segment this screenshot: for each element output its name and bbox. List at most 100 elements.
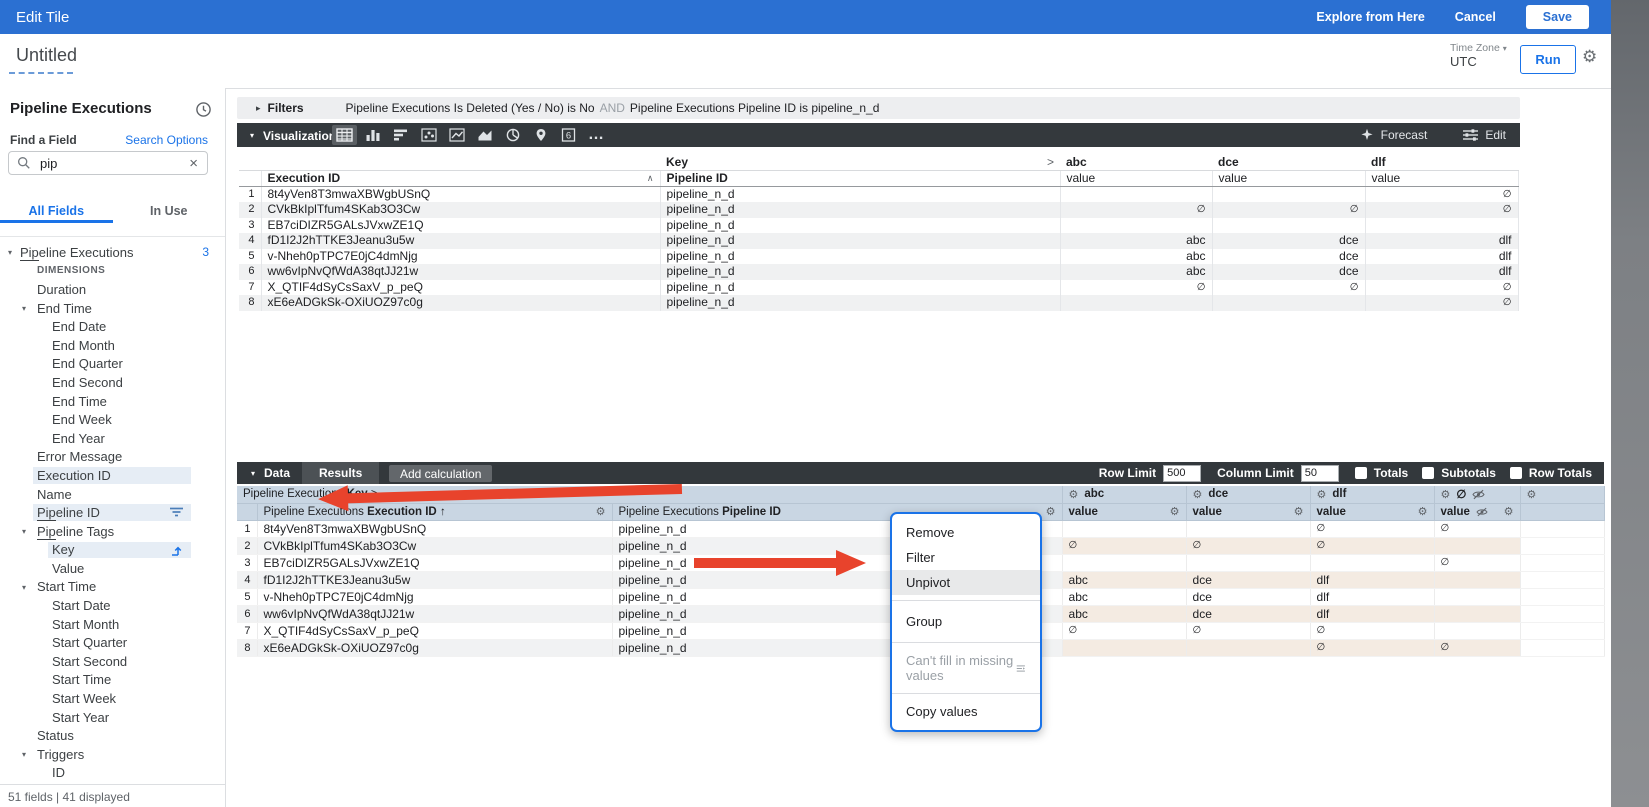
pivot-value-header-dlf[interactable]: dlf — [1365, 155, 1518, 171]
sidebar-item-end-time-group[interactable]: ▾End Time — [0, 299, 225, 318]
menu-item-filter[interactable]: Filter — [892, 545, 1040, 570]
value-column-header[interactable]: value — [1212, 171, 1365, 187]
gear-icon[interactable]: ⚙ — [1294, 505, 1304, 518]
edit-viz-button[interactable]: Edit — [1463, 128, 1506, 142]
cell-dlf-value[interactable]: dlf — [1365, 249, 1518, 265]
filter-icon[interactable] — [170, 506, 183, 521]
explore-from-here-button[interactable]: Explore from Here — [1316, 10, 1424, 24]
cell-dce-value[interactable]: dce — [1186, 571, 1310, 588]
cell-dlf-value[interactable] — [1365, 218, 1518, 234]
search-input[interactable] — [38, 155, 189, 172]
sidebar-item-pipeline-executions[interactable]: ▾Pipeline Executions3 — [0, 243, 225, 262]
sidebar-item-start-date[interactable]: Start Date — [0, 596, 225, 615]
gear-icon[interactable]: ⚙ — [1441, 488, 1451, 501]
timezone-selector[interactable]: Time Zone ▾ UTC — [1450, 42, 1507, 70]
sidebar-item-start-week[interactable]: Start Week — [0, 689, 225, 708]
area-chart-icon[interactable] — [472, 125, 497, 145]
cell-abc-value[interactable]: abc — [1060, 233, 1212, 249]
cell-execution-id[interactable]: EB7ciDIZR5GALsJVxwZE1Q — [261, 218, 660, 234]
cell-execution-id[interactable]: v-Nheh0pTPC7E0jC4dmNjg — [257, 588, 612, 605]
cell-dlf-value[interactable]: dlf — [1310, 605, 1434, 622]
search-options-link[interactable]: Search Options — [125, 133, 208, 147]
cell-abc-value[interactable]: abc — [1062, 571, 1186, 588]
caret-down-icon[interactable]: ▾ — [8, 248, 12, 257]
cell-abc-value[interactable]: abc — [1060, 264, 1212, 280]
gear-icon[interactable]: ⚙ — [1504, 505, 1514, 518]
tile-title-input[interactable]: Untitled — [16, 45, 77, 66]
history-clock-icon[interactable] — [195, 101, 212, 123]
cell-dce-value[interactable] — [1186, 554, 1310, 571]
cell-abc-value[interactable] — [1060, 295, 1212, 311]
menu-item-copy-values[interactable]: Copy values — [892, 699, 1040, 724]
cell-execution-id[interactable]: v-Nheh0pTPC7E0jC4dmNjg — [261, 249, 660, 265]
field-search-box[interactable]: × — [8, 151, 208, 175]
scatter-chart-icon[interactable] — [416, 125, 441, 145]
sidebar-item-start-quarter[interactable]: Start Quarter — [0, 633, 225, 652]
cell-abc-value[interactable] — [1060, 218, 1212, 234]
cell-dce-value[interactable]: ∅ — [1186, 537, 1310, 554]
cell-dlf-value[interactable]: ∅ — [1365, 280, 1518, 296]
caret-down-icon[interactable]: ▾ — [22, 583, 26, 592]
column-limit-input[interactable] — [1301, 465, 1339, 482]
cell-dce-value[interactable]: dce — [1186, 605, 1310, 622]
caret-down-icon[interactable]: ▾ — [22, 750, 26, 759]
sidebar-item-triggers-group[interactable]: ▾Triggers — [0, 745, 225, 764]
cell-dlf-value[interactable]: ∅ — [1310, 520, 1434, 537]
sidebar-item-execution-id[interactable]: Execution ID — [0, 466, 225, 485]
menu-item-unpivot[interactable]: Unpivot — [892, 570, 1040, 595]
cell-execution-id[interactable]: 8t4yVen8T3mwaXBWgbUSnQ — [261, 187, 660, 203]
more-visualizations-icon[interactable]: … — [584, 125, 609, 145]
cell-dce-value[interactable]: ∅ — [1212, 280, 1365, 296]
tab-in-use[interactable]: In Use — [113, 194, 226, 223]
cell-execution-id[interactable]: CVkBkIplTfum4SKab3O3Cw — [257, 537, 612, 554]
cell-pipeline-id[interactable]: pipeline_n_d — [660, 187, 1060, 203]
cell-pipeline-id[interactable]: pipeline_n_d — [660, 233, 1060, 249]
save-button[interactable]: Save — [1526, 5, 1589, 29]
cell-abc-value[interactable] — [1062, 554, 1186, 571]
menu-item-remove[interactable]: Remove — [892, 520, 1040, 545]
sidebar-item-end-time[interactable]: End Time — [0, 392, 225, 411]
cell-execution-id[interactable]: X_QTIF4dSyCsSaxV_p_peQ — [257, 622, 612, 639]
cell-pipeline-id[interactable]: pipeline_n_d — [660, 264, 1060, 280]
cell-abc-value[interactable] — [1060, 187, 1212, 203]
cell-null-value[interactable] — [1434, 571, 1520, 588]
caret-right-icon[interactable]: ▸ — [256, 103, 261, 114]
sidebar-item-pipeline-tags-group[interactable]: ▾Pipeline Tags — [0, 522, 225, 541]
subtotals-checkbox[interactable] — [1422, 467, 1434, 479]
cell-execution-id[interactable]: xE6eADGkSk-OXiUOZ97c0g — [257, 639, 612, 656]
cell-execution-id[interactable]: 8t4yVen8T3mwaXBWgbUSnQ — [257, 520, 612, 537]
cell-execution-id[interactable]: xE6eADGkSk-OXiUOZ97c0g — [261, 295, 660, 311]
cell-dce-value[interactable]: dce — [1186, 588, 1310, 605]
cell-dce-value[interactable] — [1212, 295, 1365, 311]
pivot-header-abc[interactable]: ⚙abc — [1062, 486, 1186, 503]
value-header-dce[interactable]: value⚙ — [1186, 503, 1310, 520]
pivot-header-null[interactable]: ⚙∅ — [1434, 486, 1520, 503]
cell-dlf-value[interactable]: ∅ — [1310, 622, 1434, 639]
row-limit-input[interactable] — [1163, 465, 1201, 482]
close-icon[interactable]: × — [189, 155, 198, 172]
gear-icon[interactable]: ⚙ — [1527, 489, 1537, 501]
caret-down-icon[interactable]: ▾ — [250, 131, 254, 140]
cell-dce-value[interactable]: ∅ — [1186, 622, 1310, 639]
cell-dlf-value[interactable]: ∅ — [1365, 202, 1518, 218]
sidebar-item-end-week[interactable]: End Week — [0, 410, 225, 429]
sidebar-item-duration[interactable]: Duration — [0, 280, 225, 299]
cell-dlf-value[interactable]: ∅ — [1365, 295, 1518, 311]
cell-dlf-value[interactable]: ∅ — [1310, 537, 1434, 554]
cell-pipeline-id[interactable]: pipeline_n_d — [660, 280, 1060, 296]
row-totals-checkbox[interactable] — [1510, 467, 1522, 479]
cell-abc-value[interactable]: ∅ — [1062, 622, 1186, 639]
cell-dce-value[interactable]: ∅ — [1212, 202, 1365, 218]
gear-icon[interactable]: ⚙ — [1069, 488, 1079, 501]
gear-icon[interactable]: ⚙ — [1193, 488, 1203, 501]
filters-bar[interactable]: ▸ Filters Pipeline Executions Is Deleted… — [237, 97, 1520, 119]
data-tab[interactable]: Data — [264, 466, 290, 480]
cell-pipeline-id[interactable]: pipeline_n_d — [660, 295, 1060, 311]
caret-down-icon[interactable]: ▾ — [22, 527, 26, 536]
sidebar-item-status[interactable]: Status — [0, 726, 225, 745]
cell-dlf-value[interactable]: dlf — [1365, 264, 1518, 280]
value-header-abc[interactable]: value⚙ — [1062, 503, 1186, 520]
caret-down-icon[interactable]: ▾ — [22, 304, 26, 313]
gear-icon[interactable]: ⚙ — [1317, 488, 1327, 501]
pie-chart-icon[interactable] — [500, 125, 525, 145]
